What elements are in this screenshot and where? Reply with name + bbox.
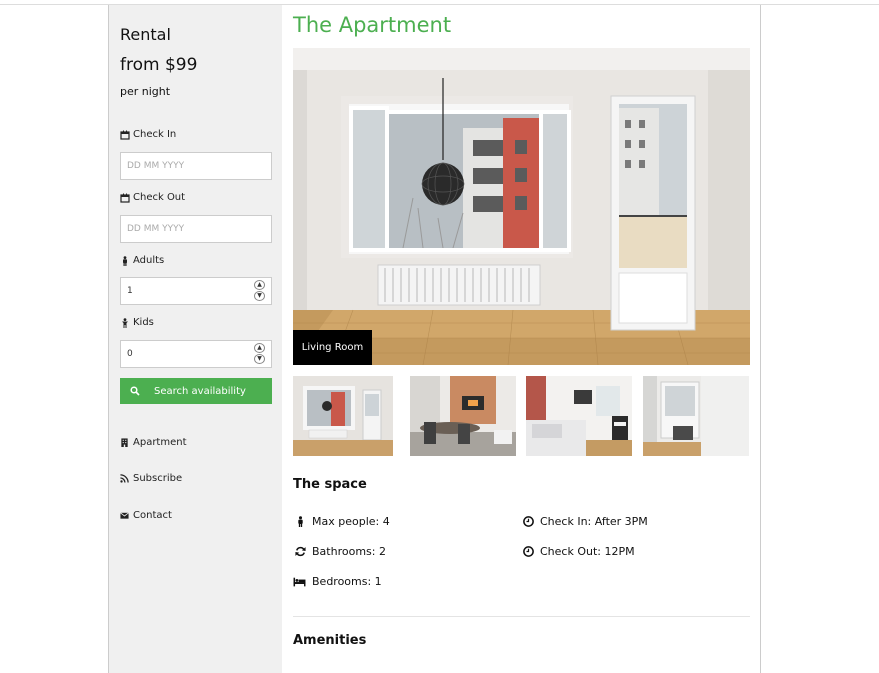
feature-bathrooms: Bathrooms: 2 [295,545,386,558]
nav-contact[interactable]: Contact [120,510,172,521]
section-divider [293,616,750,617]
rss-icon [120,474,129,483]
adults-label: Adults [120,255,164,266]
kids-input[interactable] [120,340,272,368]
kids-stepper[interactable]: ▲ ▼ [254,343,265,364]
rental-heading: Rental [120,25,171,44]
page-title: The Apartment [293,13,452,37]
child-icon [122,317,128,328]
check-out-label-text: Check Out [133,192,186,203]
feature-bedrooms: Bedrooms: 1 [293,575,382,588]
calendar-icon [120,130,130,140]
feature-max-people: Max people: 4 [295,515,390,528]
thumbnail-bedroom[interactable] [526,376,632,456]
nav-subscribe[interactable]: Subscribe [120,473,182,484]
search-availability-label: Search availability [154,385,246,397]
check-out-input[interactable] [120,215,272,243]
feature-check-out: Check Out: 12PM [523,545,635,558]
search-availability-button[interactable]: Search availability [120,378,272,404]
feature-bedrooms-text: Bedrooms: 1 [312,575,382,588]
feature-bathrooms-text: Bathrooms: 2 [312,545,386,558]
clock-icon [523,546,534,557]
envelope-icon [120,512,129,519]
building-icon [121,438,128,447]
feature-max-people-text: Max people: 4 [312,515,390,528]
check-in-input[interactable] [120,152,272,180]
calendar-icon [120,193,130,203]
adults-field: ▲ ▼ [120,277,272,305]
price-text: from $99 [120,55,198,75]
nav-contact-label: Contact [133,510,172,521]
nav-subscribe-label: Subscribe [133,473,183,484]
clock-icon [523,516,534,527]
kids-field: ▲ ▼ [120,340,272,368]
feature-check-in-text: Check In: After 3PM [540,515,648,528]
feature-check-in: Check In: After 3PM [523,515,648,528]
check-out-label: Check Out [120,192,185,203]
feature-check-out-text: Check Out: 12PM [540,545,635,558]
living-room-photo [293,48,750,365]
increment-icon[interactable]: ▲ [254,280,265,290]
hero-image[interactable] [293,48,750,365]
decrement-icon[interactable]: ▼ [254,354,265,364]
nav-apartment-label: Apartment [133,437,187,448]
bed-icon [293,577,306,587]
check-in-label-text: Check In [133,129,177,140]
hero-caption: Living Room [293,330,372,365]
adults-input[interactable] [120,277,272,305]
nav-apartment[interactable]: Apartment [120,437,187,448]
thumbnail-image [643,376,749,456]
thumbnail-dining-room[interactable] [410,376,516,456]
person-icon [123,255,127,266]
per-night-text: per night [120,85,171,98]
refresh-icon [295,546,306,557]
thumbnail-balcony-room[interactable] [643,376,749,456]
thumbnail-living-room[interactable] [293,376,393,456]
kids-label: Kids [120,317,154,328]
adults-stepper[interactable]: ▲ ▼ [254,280,265,301]
person-icon [298,516,303,527]
decrement-icon[interactable]: ▼ [254,291,265,301]
thumbnail-image [410,376,516,456]
space-heading: The space [293,477,367,492]
increment-icon[interactable]: ▲ [254,343,265,353]
kids-label-text: Kids [133,317,154,328]
booking-sidebar: Rental from $99 per night Check In Check… [109,5,282,673]
thumbnail-image [526,376,632,456]
check-in-label: Check In [120,129,176,140]
amenities-heading: Amenities [293,633,367,648]
thumbnail-image [293,376,393,456]
search-icon [130,386,140,396]
adults-label-text: Adults [133,255,165,266]
